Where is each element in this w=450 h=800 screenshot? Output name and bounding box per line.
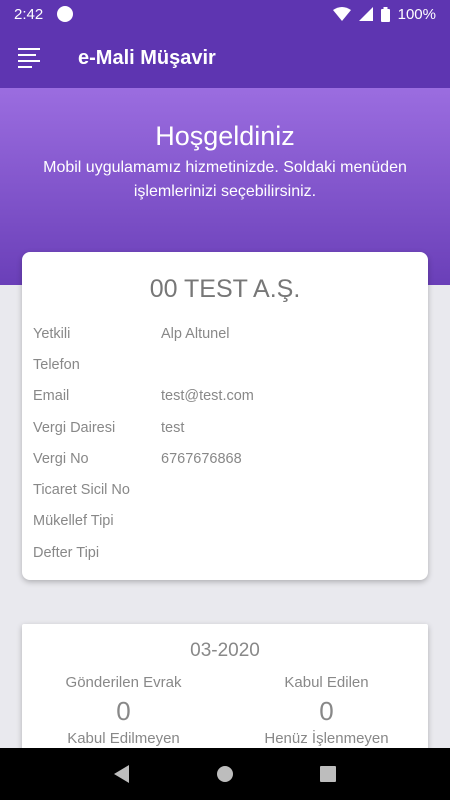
stat-value: 0 <box>116 696 131 726</box>
info-row-mukellef-tipi: Mükellef Tipi <box>22 506 428 537</box>
system-nav-bar <box>0 748 450 800</box>
company-card: 00 TEST A.Ş. Yetkili Alp Altunel Telefon… <box>22 252 428 580</box>
stat-accepted: Kabul Edilen 0 <box>225 672 428 728</box>
app-title: e-Mali Müşavir <box>78 46 216 69</box>
info-label: Vergi No <box>33 450 89 467</box>
info-label: Email <box>33 388 70 405</box>
info-label: Ticaret Sicil No <box>33 482 130 499</box>
menu-button[interactable] <box>0 28 60 88</box>
info-value: test@test.com <box>161 388 254 405</box>
company-info-list: Yetkili Alp Altunel Telefon Email test@t… <box>22 318 428 568</box>
welcome-title: Hoşgeldiniz <box>155 121 295 151</box>
info-row-defter-tipi: Defter Tipi <box>22 537 428 568</box>
info-row-telefon: Telefon <box>22 349 428 380</box>
info-row-yetkili: Yetkili Alp Altunel <box>22 318 428 349</box>
stat-label: Gönderilen Evrak <box>65 674 182 691</box>
info-row-email: Email test@test.com <box>22 381 428 412</box>
signal-icon <box>358 7 373 21</box>
home-button[interactable] <box>205 754 245 794</box>
info-row-vergi-dairesi: Vergi Dairesi test <box>22 412 428 443</box>
info-value: test <box>161 419 185 436</box>
status-time: 2:42 <box>14 5 44 23</box>
battery-level: 100% <box>397 5 436 23</box>
notification-icon <box>57 6 74 22</box>
info-value: Alp Altunel <box>161 325 230 342</box>
stat-rejected: Kabul Edilmeyen <box>22 728 225 750</box>
wifi-icon <box>332 7 351 21</box>
info-label: Mükellef Tipi <box>33 513 114 530</box>
welcome-subtitle: Mobil uygulamamız hizmetinizde. Soldaki … <box>43 159 407 200</box>
info-label: Telefon <box>33 356 80 373</box>
stat-unprocessed: Henüz İşlenmeyen <box>225 728 428 750</box>
info-value: 6767676868 <box>161 450 242 467</box>
period-label: 03-2020 <box>190 640 260 661</box>
stat-label: Henüz İşlenmeyen <box>264 730 389 747</box>
info-label: Defter Tipi <box>33 544 100 561</box>
info-row-vergi-no: Vergi No 6767676868 <box>22 443 428 474</box>
info-label: Vergi Dairesi <box>33 419 116 436</box>
home-icon <box>216 766 233 782</box>
stats-grid: Gönderilen Evrak 0 Kabul Edilen 0 Kabul … <box>22 672 428 750</box>
recents-icon <box>320 766 337 782</box>
battery-icon <box>380 6 390 22</box>
recents-button[interactable] <box>308 754 348 794</box>
stat-label: Kabul Edilen <box>284 674 369 691</box>
menu-icon <box>18 48 40 68</box>
stat-value: 0 <box>319 696 334 726</box>
status-bar: 2:42 100% <box>0 0 450 28</box>
stat-label: Kabul Edilmeyen <box>67 730 180 747</box>
app-bar: e-Mali Müşavir <box>0 28 450 88</box>
info-row-ticaret-sicil-no: Ticaret Sicil No <box>22 474 428 505</box>
company-name: 00 TEST A.Ş. <box>149 275 301 303</box>
stat-sent-documents: Gönderilen Evrak 0 <box>22 672 225 728</box>
back-button[interactable] <box>102 754 142 794</box>
info-label: Yetkili <box>33 325 71 342</box>
back-icon <box>113 765 129 783</box>
